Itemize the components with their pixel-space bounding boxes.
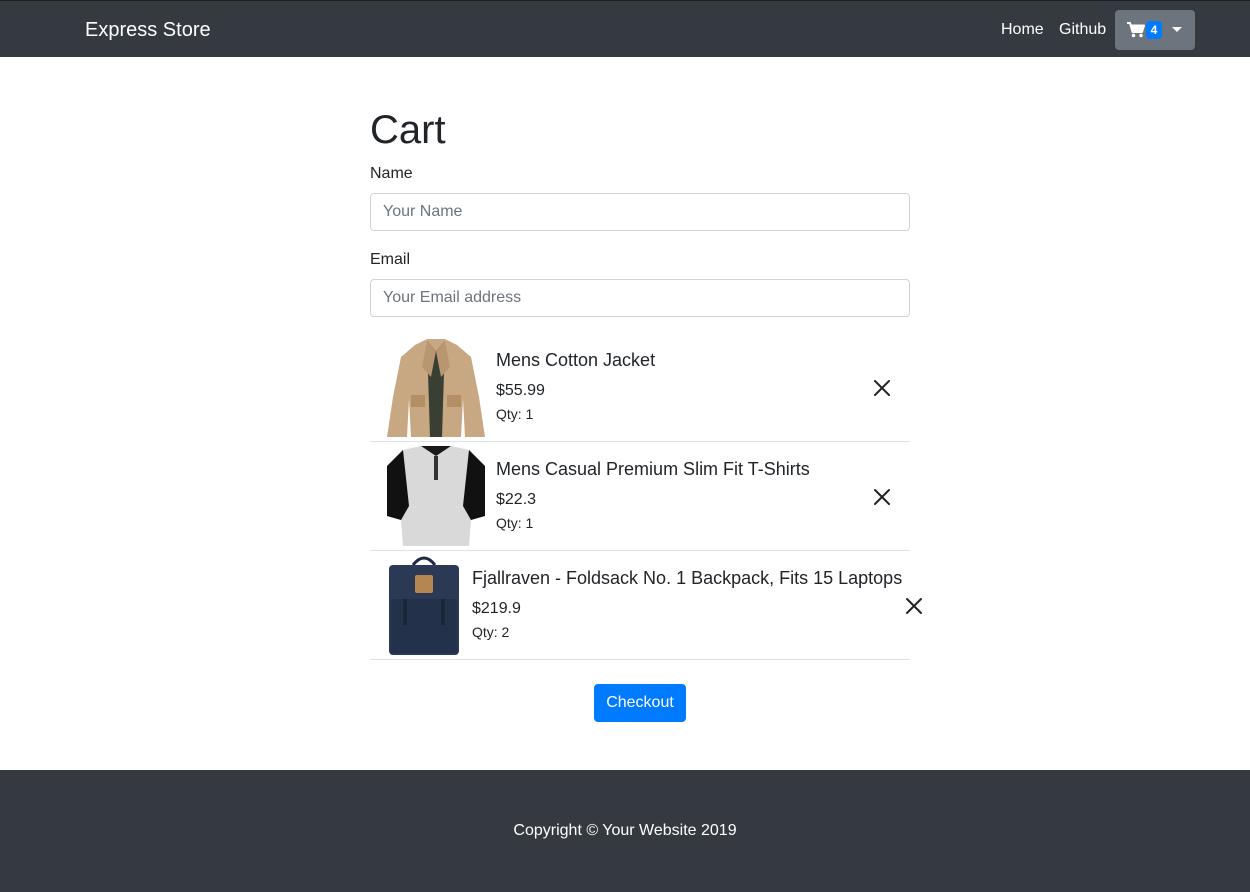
brand-link[interactable]: Express Store (85, 19, 211, 42)
item-price: $22.3 (496, 491, 537, 508)
close-icon[interactable] (872, 378, 892, 398)
footer: Copyright © Your Website 2019 (0, 770, 1250, 892)
page-title: Cart (370, 108, 446, 152)
item-qty: Qty: 2 (472, 624, 510, 640)
email-input[interactable] (370, 279, 910, 317)
checkout-button[interactable]: Checkout (594, 684, 686, 722)
item-qty: Qty: 1 (496, 406, 534, 422)
email-label: Email (370, 251, 411, 268)
close-icon[interactable] (872, 487, 892, 507)
name-input[interactable] (370, 193, 910, 231)
cart-item: Fjallraven - Foldsack No. 1 Backpack, Fi… (370, 555, 922, 660)
item-price: $55.99 (496, 382, 545, 399)
top-navbar: Express Store Home Github 4 (0, 0, 1250, 57)
name-label: Name (370, 165, 413, 182)
nav-link-home[interactable]: Home (1001, 21, 1044, 39)
backpack-image (387, 555, 461, 655)
item-qty: Qty: 1 (496, 515, 534, 531)
item-title: Fjallraven - Foldsack No. 1 Backpack, Fi… (472, 568, 903, 588)
item-price: $219.9 (472, 600, 521, 617)
item-title: Mens Casual Premium Slim Fit T-Shirts (496, 459, 810, 479)
tshirt-image (387, 446, 485, 546)
nav-link-github[interactable]: Github (1059, 21, 1106, 39)
item-title: Mens Cotton Jacket (496, 350, 656, 370)
cart-item: Mens Casual Premium Slim Fit T-Shirts $2… (370, 446, 910, 551)
jacket-image (387, 337, 485, 437)
cart-item: Mens Cotton Jacket $55.99 Qty: 1 (370, 337, 910, 442)
copyright-text: Copyright © Your Website 2019 (513, 822, 737, 839)
chevron-down-icon (1172, 27, 1182, 32)
cart-count-badge: 4 (1146, 21, 1162, 39)
close-icon[interactable] (904, 596, 924, 616)
cart-dropdown-button[interactable]: 4 (1115, 10, 1195, 50)
cart-icon (1127, 22, 1145, 38)
